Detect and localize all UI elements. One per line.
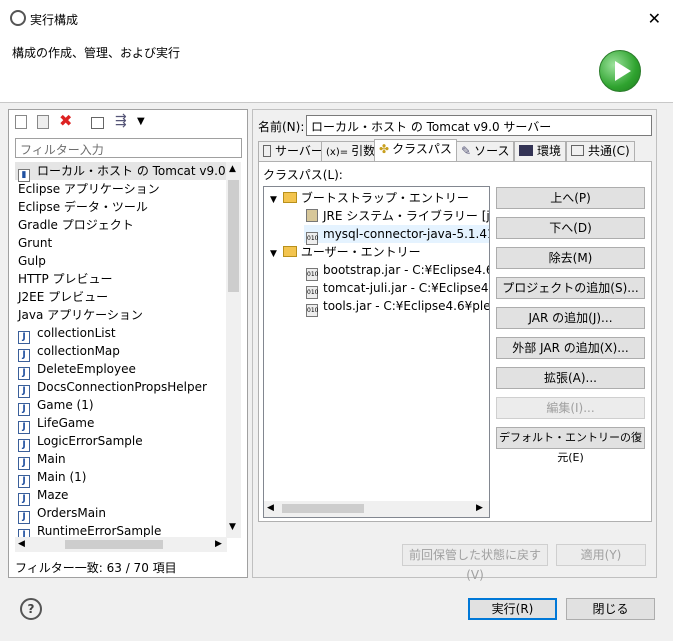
- arguments-icon: (x)=: [326, 147, 349, 158]
- hscroll-thumb[interactable]: [282, 504, 364, 513]
- run-logo-icon: [599, 50, 641, 92]
- scroll-up-icon[interactable]: ▲: [229, 164, 236, 174]
- dialog-header: 構成の作成、管理、および実行: [0, 38, 673, 103]
- name-label: 名前(N):: [258, 120, 305, 134]
- classpath-hscrollbar[interactable]: ◀ ▶: [264, 501, 489, 517]
- tree-node-bootstrap-jar[interactable]: 010bootstrap.jar - C:¥Eclipse4.6¥pl: [306, 261, 489, 281]
- chevron-down-icon[interactable]: ▼: [137, 116, 153, 132]
- restore-default-button[interactable]: デフォルト・エントリーの復元(E): [496, 427, 645, 464]
- tree-node-tomcat-juli[interactable]: 010 tomcat-juli.jar - C:¥Eclipse4.6¥: [306, 279, 489, 299]
- config-list-hscrollbar[interactable]: ◀ ▶: [15, 537, 227, 552]
- entries-icon: [282, 192, 297, 203]
- close-window-button[interactable]: ✕: [648, 9, 661, 28]
- classpath-tree: ▼ブートストラップ・エントリー JRE システム・ライブラリー [java8] …: [263, 186, 490, 518]
- left-toolbar: ✖ ⇶ ▼: [9, 110, 247, 134]
- apply-button[interactable]: 適用(Y): [556, 544, 646, 566]
- scroll-left-icon[interactable]: ◀: [18, 539, 25, 549]
- scroll-down-icon[interactable]: ▼: [229, 522, 236, 532]
- tab-source[interactable]: ✎ ソース: [456, 141, 515, 161]
- close-button[interactable]: 閉じる: [566, 598, 655, 620]
- duplicate-config-icon[interactable]: [37, 115, 49, 129]
- list-item[interactable]: J2EE プレビュー: [15, 288, 241, 306]
- name-input[interactable]: ローカル・ホスト の Tomcat v9.0 サーバー: [306, 115, 652, 136]
- entries-icon: [282, 246, 297, 257]
- classpath-label: クラスパス(L):: [263, 168, 343, 182]
- tree-node-user[interactable]: ▼ ユーザー・エントリー: [270, 243, 421, 261]
- add-external-jar-button[interactable]: 外部 JAR の追加(X)...: [496, 337, 645, 359]
- revert-button[interactable]: 前回保管した状態に戻す(V): [402, 544, 548, 582]
- window-title: 実行構成: [30, 13, 79, 27]
- filter-status: フィルター一致: 63 / 70 項目: [15, 561, 177, 575]
- title-bar: 実行構成 ✕: [0, 0, 673, 38]
- list-item[interactable]: J Main (1): [15, 468, 241, 488]
- list-item[interactable]: J Main: [15, 450, 241, 470]
- run-button[interactable]: 実行(R): [468, 598, 557, 620]
- tree-node-jre[interactable]: JRE システム・ライブラリー [java8]: [306, 207, 489, 225]
- scroll-left-icon[interactable]: ◀: [267, 503, 274, 513]
- remove-button[interactable]: 除去(M): [496, 247, 645, 269]
- scroll-right-icon[interactable]: ▶: [476, 503, 483, 513]
- expand-icon[interactable]: ▼: [270, 249, 277, 259]
- down-button[interactable]: 下へ(D): [496, 217, 645, 239]
- list-item[interactable]: J OrdersMain: [15, 504, 241, 524]
- tab-common[interactable]: 共通(C): [566, 141, 635, 161]
- server-tab-icon: [263, 145, 271, 157]
- list-item[interactable]: ▮ローカル・ホスト の Tomcat v9.0 サーバー: [15, 162, 241, 182]
- common-icon: [571, 145, 584, 156]
- classpath-icon: ✤: [379, 142, 390, 156]
- list-item[interactable]: HTTP プレビュー: [15, 270, 241, 288]
- delete-config-icon[interactable]: ✖: [59, 113, 75, 130]
- list-item[interactable]: J LifeGame: [15, 414, 241, 434]
- tree-node-bootstrap[interactable]: ▼ ブートストラップ・エントリー: [270, 189, 469, 207]
- config-list-vscrollbar[interactable]: ▲ ▼: [226, 162, 241, 538]
- list-item[interactable]: J DeleteEmployee: [15, 360, 241, 380]
- filter-input[interactable]: フィルター入力: [15, 138, 242, 158]
- list-item[interactable]: Eclipse データ・ツール: [15, 198, 241, 216]
- scroll-thumb[interactable]: [228, 180, 239, 292]
- list-item[interactable]: J LogicErrorSample: [15, 432, 241, 452]
- tab-server[interactable]: サーバー: [258, 141, 328, 161]
- add-project-button[interactable]: プロジェクトの追加(S)...: [496, 277, 645, 299]
- config-list: ▮ローカル・ホスト の Tomcat v9.0 サーバー Eclipse アプリ…: [15, 162, 241, 538]
- tab-classpath[interactable]: ✤ クラスパス: [374, 139, 457, 162]
- list-item[interactable]: JcollectionList: [15, 324, 241, 344]
- scroll-right-icon[interactable]: ▶: [215, 539, 222, 549]
- library-icon: [306, 209, 318, 222]
- help-button[interactable]: ?: [20, 598, 42, 620]
- collapse-all-icon[interactable]: [91, 117, 104, 129]
- tab-arguments[interactable]: (x)= 引数: [321, 141, 381, 161]
- list-item[interactable]: Java アプリケーション: [15, 306, 241, 324]
- list-item[interactable]: Gulp: [15, 252, 241, 270]
- list-item[interactable]: J Maze: [15, 486, 241, 506]
- list-item[interactable]: JcollectionMap: [15, 342, 241, 362]
- edit-button[interactable]: 編集(I)...: [496, 397, 645, 419]
- list-item[interactable]: Gradle プロジェクト: [15, 216, 241, 234]
- environment-icon: [519, 145, 533, 156]
- list-item[interactable]: Grunt: [15, 234, 241, 252]
- expand-icon[interactable]: ▼: [270, 195, 277, 205]
- filter-config-icon[interactable]: ⇶: [115, 113, 131, 129]
- hscroll-thumb[interactable]: [65, 540, 163, 549]
- list-item[interactable]: J RuntimeErrorSample: [15, 522, 241, 538]
- list-item[interactable]: Eclipse アプリケーション: [15, 180, 241, 198]
- add-jar-button[interactable]: JAR の追加(J)...: [496, 307, 645, 329]
- list-item[interactable]: J DocsConnectionPropsHelper: [15, 378, 241, 398]
- header-subtitle: 構成の作成、管理、および実行: [12, 46, 181, 60]
- tab-environment[interactable]: 環境: [514, 141, 567, 161]
- new-config-icon[interactable]: [15, 115, 27, 129]
- jar-icon: 010: [306, 304, 318, 317]
- window-gear-icon: [10, 10, 26, 26]
- up-button[interactable]: 上へ(P): [496, 187, 645, 209]
- advanced-button[interactable]: 拡張(A)...: [496, 367, 645, 389]
- source-icon: ✎: [461, 144, 472, 158]
- tree-node-mysql[interactable]: 010 mysql-connector-java-5.1.41-b: [304, 225, 489, 245]
- list-item[interactable]: J Game (1): [15, 396, 241, 416]
- tree-node-tools[interactable]: 010tools.jar - C:¥Eclipse4.6¥pleiade: [306, 297, 489, 317]
